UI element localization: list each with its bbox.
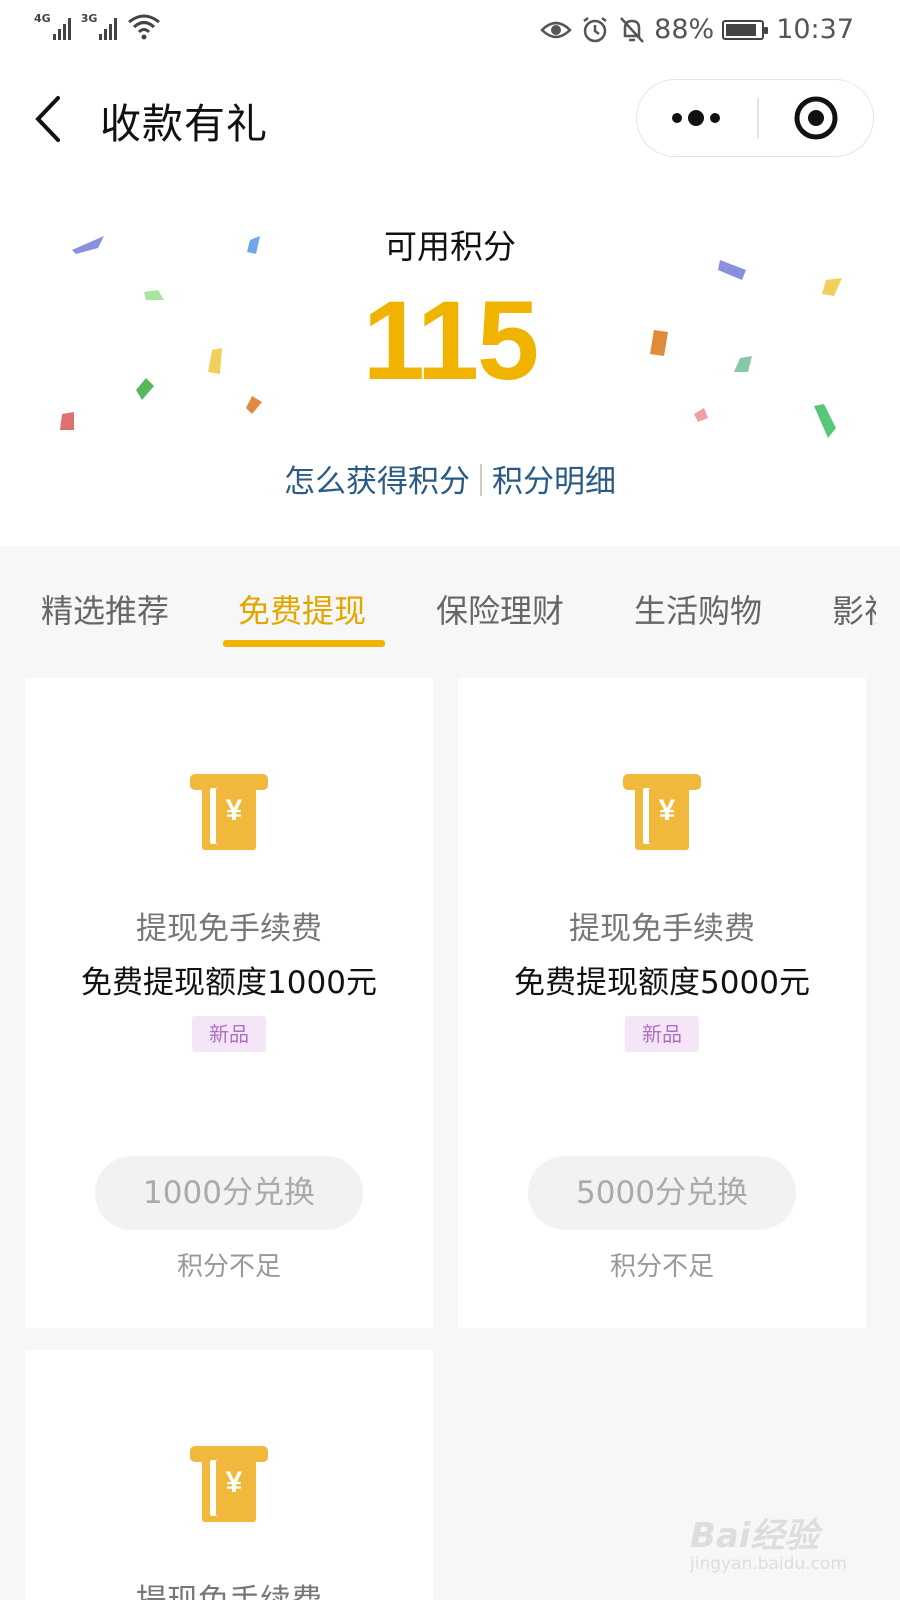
mute-bell-icon bbox=[620, 16, 645, 43]
new-badge: 新品 bbox=[625, 1016, 699, 1052]
svg-text:¥: ¥ bbox=[226, 794, 243, 827]
withdraw-yuan-icon: ¥ bbox=[623, 774, 701, 850]
svg-text:¥: ¥ bbox=[659, 794, 676, 827]
signal-4g: 4G bbox=[34, 13, 71, 40]
network-type-label: 3G bbox=[80, 12, 98, 25]
signal-bars-icon bbox=[52, 18, 71, 40]
withdraw-yuan-icon: ¥ bbox=[190, 1446, 268, 1522]
miniprogram-capsule bbox=[636, 79, 874, 157]
battery-icon bbox=[722, 19, 769, 40]
card-name: 提现免手续费 bbox=[569, 911, 755, 947]
card-desc: 免费提现额度5000元 bbox=[514, 965, 810, 1001]
more-button[interactable] bbox=[637, 80, 755, 156]
status-bar: 4G 3G 88% 10:37 bbox=[0, 0, 900, 60]
watermark-url: jingyan.baidu.com bbox=[690, 1554, 847, 1574]
network-type-label: 4G bbox=[34, 12, 51, 25]
redeem-button[interactable]: 1000分兑换 bbox=[95, 1156, 363, 1230]
card-desc: 免费提现额度1000元 bbox=[81, 965, 377, 1001]
points-value: 115 bbox=[362, 278, 540, 403]
card-name: 提现免手续费 bbox=[136, 911, 322, 947]
points-detail-link[interactable]: 积分明细 bbox=[492, 464, 616, 500]
tab-insurance[interactable]: 保险理财 bbox=[436, 586, 564, 632]
links-divider bbox=[480, 464, 482, 496]
points-panel: 可用积分 115 怎么获得积分 积分明细 bbox=[0, 178, 900, 546]
redeem-button[interactable]: 5000分兑换 bbox=[528, 1156, 796, 1230]
battery-percent: 88% bbox=[654, 14, 715, 45]
more-dots-icon bbox=[672, 110, 720, 126]
svg-text:¥: ¥ bbox=[226, 1466, 243, 1499]
points-label: 可用积分 bbox=[384, 227, 516, 266]
tab-video[interactable]: 影视 bbox=[832, 586, 876, 632]
category-tabs: 精选推荐 免费提现 保险理财 生活购物 影视 bbox=[0, 546, 900, 654]
close-button[interactable] bbox=[759, 80, 873, 156]
reward-card[interactable]: ¥ 提现免手续费 免费提现额度1000元 新品 1000分兑换 积分不足 bbox=[25, 678, 433, 1328]
back-button[interactable] bbox=[30, 94, 70, 144]
card-status: 积分不足 bbox=[609, 1252, 714, 1282]
card-name: 提现免手续费 bbox=[25, 1575, 433, 1600]
tab-shopping[interactable]: 生活购物 bbox=[634, 586, 762, 632]
tab-featured[interactable]: 精选推荐 bbox=[41, 586, 169, 632]
page-title: 收款有礼 bbox=[100, 100, 268, 148]
reward-card[interactable]: ¥ 提现免手续费 免费提现额度5000元 新品 5000分兑换 积分不足 bbox=[458, 678, 866, 1328]
points-links: 怎么获得积分 积分明细 bbox=[0, 456, 900, 501]
nav-bar: 收款有礼 bbox=[0, 60, 900, 178]
wifi-icon bbox=[128, 14, 161, 40]
signal-bars-icon bbox=[99, 18, 118, 40]
signal-group: 4G 3G bbox=[34, 12, 161, 40]
reward-card[interactable]: ¥ 提现免手续费 bbox=[25, 1350, 433, 1600]
watermark-logo: Bai经验 bbox=[690, 1516, 819, 1556]
new-badge: 新品 bbox=[192, 1016, 266, 1052]
tab-free-withdraw[interactable]: 免费提现 bbox=[238, 586, 366, 632]
alarm-icon bbox=[583, 16, 607, 42]
status-right: 88% 10:37 bbox=[540, 14, 854, 45]
withdraw-yuan-icon: ¥ bbox=[190, 774, 268, 850]
eye-icon bbox=[540, 21, 572, 38]
battery-level bbox=[726, 23, 757, 36]
active-tab-indicator bbox=[223, 640, 385, 647]
how-to-earn-link[interactable]: 怎么获得积分 bbox=[284, 464, 470, 500]
chevron-left-icon bbox=[35, 96, 60, 142]
signal-3g: 3G bbox=[81, 13, 118, 40]
target-close-icon bbox=[794, 96, 838, 140]
clock: 10:37 bbox=[776, 14, 854, 45]
card-status: 积分不足 bbox=[176, 1252, 281, 1282]
